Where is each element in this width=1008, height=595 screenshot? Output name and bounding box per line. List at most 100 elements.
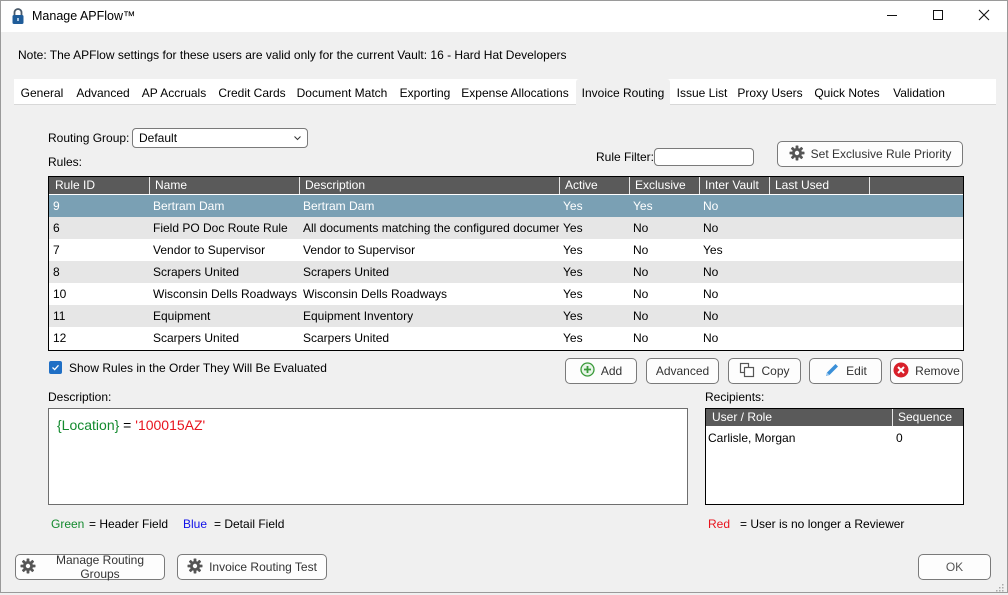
column-filler xyxy=(869,177,963,194)
close-button[interactable] xyxy=(961,1,1007,32)
rule-cell-last-used xyxy=(773,261,869,283)
rule-cell-active: Yes xyxy=(563,221,583,235)
advanced-label: Advanced xyxy=(655,364,710,378)
rule-row[interactable]: 8 Scrapers United Scrapers United Yes No No xyxy=(49,261,963,283)
set-exclusive-rule-priority-button[interactable]: Set Exclusive Rule Priority xyxy=(777,141,963,167)
remove-rule-button[interactable]: Remove xyxy=(890,358,963,384)
column-sequence[interactable]: Sequence xyxy=(892,409,963,426)
manage-routing-groups-label: Manage Routing Groups xyxy=(55,553,145,581)
maximize-button[interactable] xyxy=(915,1,961,32)
edit-rule-button[interactable]: Edit xyxy=(809,358,882,384)
minimize-button[interactable] xyxy=(869,1,915,32)
add-rule-button[interactable]: Add xyxy=(565,358,637,384)
rule-cell-active: Yes xyxy=(563,309,583,323)
remove-circle-icon xyxy=(893,362,909,381)
rule-cell-exclusive: No xyxy=(633,309,649,323)
rule-cell-exclusive: No xyxy=(633,265,649,279)
show-order-checkbox[interactable] xyxy=(49,361,62,374)
rule-cell-id: 10 xyxy=(53,287,67,301)
rule-cell-active: Yes xyxy=(563,199,583,213)
tab-proxy-users[interactable]: Proxy Users xyxy=(736,79,804,105)
column-exclusive[interactable]: Exclusive xyxy=(629,177,699,194)
tab-exporting[interactable]: Exporting xyxy=(395,79,455,105)
description-box[interactable]: {Location} = '100015AZ' xyxy=(48,408,688,505)
description-value-token: '100015AZ' xyxy=(135,417,206,433)
tab-quick-notes[interactable]: Quick Notes xyxy=(813,79,881,105)
rule-cell-last-used xyxy=(773,195,869,217)
rule-cell-last-used xyxy=(773,327,869,349)
column-active[interactable]: Active xyxy=(559,177,629,194)
legend-green-word: Green xyxy=(51,517,85,531)
column-name[interactable]: Name xyxy=(149,177,299,194)
window-title: Manage APFlow™ xyxy=(32,9,136,23)
rule-row[interactable]: 9 Bertram Dam Bertram Dam Yes Yes No xyxy=(49,195,963,217)
resize-grip-icon[interactable] xyxy=(996,581,1004,592)
column-inter-vault[interactable]: Inter Vault xyxy=(699,177,769,194)
rule-cell-name: Scrapers United xyxy=(153,265,240,279)
rule-cell-inter-vault: No xyxy=(703,199,719,213)
remove-label: Remove xyxy=(915,364,960,378)
set-exclusive-rule-priority-label: Set Exclusive Rule Priority xyxy=(810,147,952,161)
tab-issue-list[interactable]: Issue List xyxy=(673,79,731,105)
rule-cell-exclusive: No xyxy=(633,287,649,301)
show-order-label[interactable]: Show Rules in the Order They Will Be Eva… xyxy=(69,361,327,375)
recipient-cell-sequence: 0 xyxy=(896,431,903,445)
copy-label: Copy xyxy=(761,364,790,378)
column-rule-id[interactable]: Rule ID xyxy=(49,177,149,194)
rule-cell-active: Yes xyxy=(563,243,583,257)
tab-document-match[interactable]: Document Match xyxy=(294,79,390,105)
rule-row[interactable]: 10 Wisconsin Dells Roadways Wisconsin Dell… xyxy=(49,283,963,305)
recipient-row[interactable]: Carlisle, Morgan 0 xyxy=(706,427,963,449)
rule-cell-active: Yes xyxy=(563,331,583,345)
rule-row[interactable]: 12 Scarpers United Scarpers United Yes No No xyxy=(49,327,963,349)
vault-note: Note: The APFlow settings for these user… xyxy=(18,48,567,62)
maximize-icon xyxy=(932,9,944,24)
tab-expense-allocations[interactable]: Expense Allocations xyxy=(460,79,570,105)
rule-cell-name: Equipment xyxy=(153,309,211,323)
recipients-label: Recipients: xyxy=(705,390,765,404)
column-description[interactable]: Description xyxy=(299,177,559,194)
rule-filter-input[interactable] xyxy=(654,148,754,166)
rule-cell-exclusive: No xyxy=(633,221,649,235)
tab-validation[interactable]: Validation xyxy=(890,79,948,105)
rule-cell-id: 12 xyxy=(53,331,67,345)
tab-advanced[interactable]: Advanced xyxy=(71,79,135,105)
rule-cell-exclusive: Yes xyxy=(633,199,653,213)
ok-label: OK xyxy=(945,560,964,574)
manage-routing-groups-button[interactable]: Manage Routing Groups xyxy=(15,553,165,581)
rules-table[interactable]: Rule ID Name Description Active Exclusiv… xyxy=(48,176,964,351)
legend-blue-word: Blue xyxy=(183,517,208,531)
routing-group-select[interactable]: Default xyxy=(132,128,308,148)
gear-icon xyxy=(789,145,805,164)
description-operator: = xyxy=(119,417,136,433)
rule-row[interactable]: 6 Field PO Doc Route Rule All documents ma… xyxy=(49,217,963,239)
copy-rule-button[interactable]: Copy xyxy=(728,358,801,384)
advanced-button[interactable]: Advanced xyxy=(646,358,719,384)
rule-row[interactable]: 11 Equipment Equipment Inventory Yes No No xyxy=(49,305,963,327)
rule-cell-last-used xyxy=(773,239,869,261)
minimize-icon xyxy=(886,9,898,24)
recipients-table[interactable]: User / Role Sequence Carlisle, Morgan 0 xyxy=(705,408,964,505)
tab-ap-accruals[interactable]: AP Accruals xyxy=(138,79,210,105)
rule-row[interactable]: 7 Vendor to Supervisor Vendor to Superviso… xyxy=(49,239,963,261)
tab-general[interactable]: General xyxy=(14,79,70,105)
rule-cell-id: 11 xyxy=(53,309,66,323)
pencil-icon xyxy=(824,362,840,381)
rule-cell-name: Vendor to Supervisor xyxy=(153,243,266,257)
rule-cell-last-used xyxy=(773,217,869,239)
rule-cell-inter-vault: No xyxy=(703,221,719,235)
column-user-role[interactable]: User / Role xyxy=(706,409,892,426)
invoice-routing-test-button[interactable]: Invoice Routing Test xyxy=(177,554,327,580)
rule-cell-description: Scarpers United xyxy=(303,331,390,345)
add-label: Add xyxy=(600,364,623,378)
tab-credit-cards[interactable]: Credit Cards xyxy=(214,79,290,105)
routing-group-label: Routing Group: xyxy=(48,131,130,145)
rule-cell-id: 8 xyxy=(53,265,60,279)
legend-green-desc: = Header Field xyxy=(89,517,169,531)
title-bar: Manage APFlow™ xyxy=(1,1,1007,32)
tab-invoice-routing[interactable]: Invoice Routing xyxy=(576,79,670,105)
column-last-used[interactable]: Last Used xyxy=(769,177,869,194)
gear-icon xyxy=(20,558,36,577)
legend-red-word: Red xyxy=(708,517,731,531)
ok-button[interactable]: OK xyxy=(918,554,991,580)
